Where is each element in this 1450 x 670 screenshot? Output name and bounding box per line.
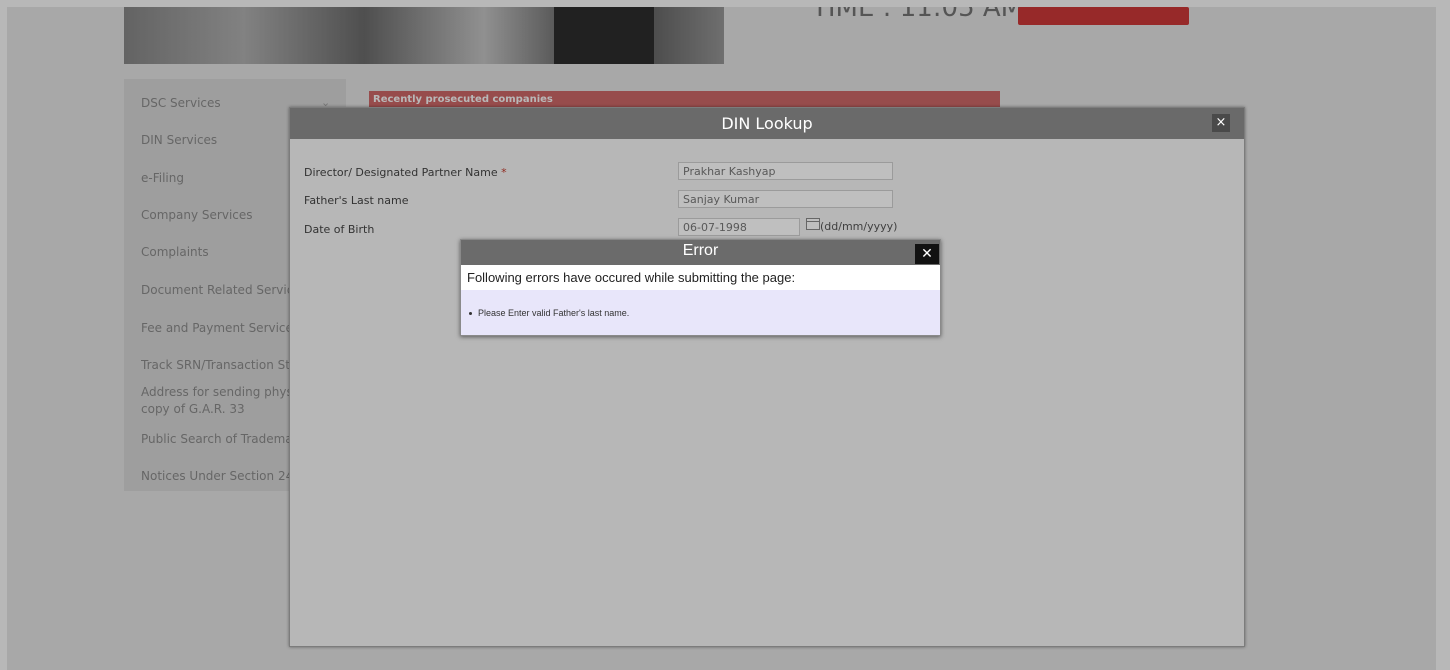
- din-dialog-shade: [290, 139, 1244, 646]
- error-message: Following errors have occured while subm…: [467, 270, 796, 285]
- error-list-item: Please Enter valid Father's last name.: [469, 308, 629, 318]
- din-dialog-header: DIN Lookup ×: [290, 108, 1244, 139]
- error-dialog-header: Error ✕: [461, 240, 940, 265]
- bullet-icon: [469, 312, 472, 316]
- din-lookup-dialog: DIN Lookup × Director/ Designated Partne…: [289, 107, 1245, 647]
- error-message-bar: Following errors have occured while subm…: [461, 265, 940, 290]
- close-icon[interactable]: ✕: [915, 244, 939, 264]
- error-dialog: Error ✕ Following errors have occured wh…: [460, 239, 941, 336]
- din-dialog-title: DIN Lookup: [721, 114, 813, 133]
- close-icon[interactable]: ×: [1212, 114, 1230, 132]
- error-dialog-title: Error: [682, 242, 719, 259]
